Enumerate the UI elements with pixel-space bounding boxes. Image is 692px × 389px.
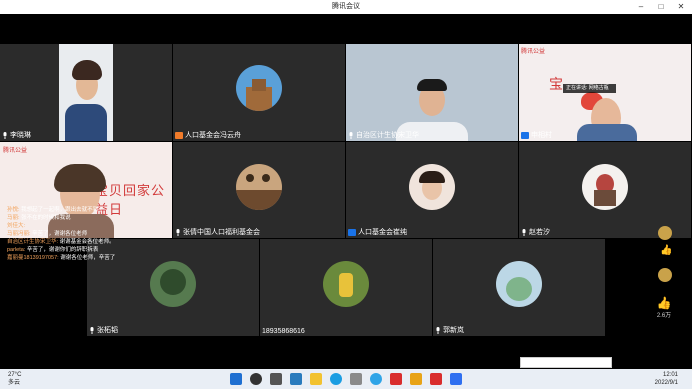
- video-feed: [346, 44, 518, 141]
- video-tile-7[interactable]: 人口基金会崔纯: [346, 142, 518, 238]
- window-title: 腾讯会议: [332, 3, 360, 10]
- search-icon[interactable]: [250, 373, 262, 385]
- chat-message: 自治区计生协宋卫华: 谢谢基金会各位老师。: [7, 239, 115, 245]
- participant-label: 郭新岚: [435, 325, 464, 335]
- mic-icon: [435, 326, 441, 334]
- video-tile-6[interactable]: 张倩中国人口福利基金会: [173, 142, 345, 238]
- video-tile-8[interactable]: 赵若汐: [519, 142, 691, 238]
- video-tile-1[interactable]: 李晓琳: [0, 44, 172, 141]
- participant-name: 赵若汐: [529, 229, 550, 236]
- participant-label: 18935868616: [262, 328, 305, 335]
- participant-name: 人口基金会崔纯: [358, 229, 407, 236]
- video-tile-2[interactable]: 人口基金会冯云舟: [173, 44, 345, 141]
- mic-icon: [89, 326, 95, 334]
- user-icon: [521, 131, 529, 139]
- temperature: 27°C: [8, 372, 22, 378]
- reaction-icon[interactable]: [658, 268, 672, 282]
- like-count: 2.6万: [656, 313, 672, 319]
- video-tile-11[interactable]: 郭新岚: [433, 239, 605, 336]
- participant-label: 李晓琳: [2, 130, 31, 140]
- reaction-icon[interactable]: [658, 226, 672, 240]
- chat-message: 孙悦: 我想起了一起啊，跟出去就不到了: [7, 207, 104, 213]
- avatar: [409, 164, 455, 210]
- maximize-icon[interactable]: □: [652, 0, 670, 14]
- avatar: [582, 164, 628, 210]
- participant-label: 人口基金会崔纯: [348, 227, 407, 237]
- time: 12:01: [662, 372, 678, 378]
- video-feed: [59, 44, 113, 141]
- task-view-icon[interactable]: [270, 373, 282, 385]
- avatar: [150, 261, 196, 307]
- like-button[interactable]: 👍 2.6万: [654, 296, 674, 319]
- mic-icon: [348, 131, 354, 139]
- participant-label: 人口基金会冯云舟: [175, 130, 241, 140]
- participant-name: 申相村: [531, 132, 552, 139]
- title-bar: 腾讯会议 – □ ✕: [0, 0, 692, 14]
- system-clock[interactable]: 12:01 2022/9/1: [655, 371, 678, 387]
- participant-name: 自治区计生协宋卫华: [356, 132, 419, 139]
- avatar: [323, 261, 369, 307]
- ime-toolbar[interactable]: [520, 357, 612, 368]
- speaking-indicator: 正在讲话: 网络古瓶: [563, 84, 616, 93]
- chat-overlay: 孙悦: 我想起了一起啊，跟出去就不到了 马丽: 张不在的时候和我说 刘佳大: 马…: [7, 207, 119, 263]
- edge-icon[interactable]: [330, 373, 342, 385]
- chat-message: 马丽: 张不在的时候和我说: [7, 215, 71, 221]
- participant-name: 李晓琳: [10, 132, 31, 139]
- user-icon: [175, 131, 183, 139]
- participant-name: 18935868616: [262, 328, 305, 335]
- avatar: [496, 261, 542, 307]
- participant-label: 张倩中国人口福利基金会: [175, 227, 260, 237]
- participant-label: 申相村: [521, 130, 552, 140]
- participant-name: 郭新岚: [443, 327, 464, 334]
- brand-logo: 腾讯公益: [3, 148, 28, 154]
- chat-message: 嘉丽曼18139197057: 谢谢各位老师，辛苦了: [7, 255, 116, 261]
- video-tile-10[interactable]: 18935868616: [260, 239, 432, 336]
- mic-icon: [175, 228, 181, 236]
- participant-label: 赵若汐: [521, 227, 550, 237]
- illustrator-icon[interactable]: [430, 373, 442, 385]
- app-icon[interactable]: [410, 373, 422, 385]
- chat-message: 刘佳大:: [7, 223, 26, 229]
- thumbs-up-icon: 👍: [656, 296, 672, 310]
- file-explorer-icon[interactable]: [310, 373, 322, 385]
- avatar: [236, 164, 282, 210]
- mic-icon: [2, 131, 8, 139]
- store-icon[interactable]: [350, 373, 362, 385]
- wps-icon[interactable]: [390, 373, 402, 385]
- participant-label: 自治区计生协宋卫华: [348, 130, 419, 140]
- video-tile-3[interactable]: 自治区计生协宋卫华: [346, 44, 518, 141]
- close-icon[interactable]: ✕: [672, 0, 690, 14]
- participant-label: 张柘韬: [89, 325, 118, 335]
- video-tile-4[interactable]: 腾讯公益 宝 正在讲话: 网络古瓶 申相村: [519, 44, 691, 141]
- avatar: [236, 65, 282, 111]
- mic-icon: [521, 228, 527, 236]
- date: 2022/9/1: [654, 380, 678, 386]
- participant-name: 张柘韬: [97, 327, 118, 334]
- widgets-icon[interactable]: [290, 373, 302, 385]
- user-icon: [348, 228, 356, 236]
- weather-text: 多云: [8, 380, 21, 386]
- participant-name: 张倩中国人口福利基金会: [183, 229, 260, 236]
- chat-message: 马丽冯丽: 辛苦了，谢谢各位老师: [7, 231, 88, 237]
- start-icon[interactable]: [230, 373, 242, 385]
- chat-message: parleta: 辛苦了，谢谢你们的辞职拆表: [7, 247, 99, 253]
- taskbar: 27°C 多云 12:01 2022/9/1: [0, 369, 692, 389]
- weather-widget[interactable]: 27°C 多云: [8, 371, 21, 387]
- thumbs-up-small-icon[interactable]: 👍: [660, 245, 672, 256]
- participant-name: 人口基金会冯云舟: [185, 132, 241, 139]
- tencent-meeting-icon[interactable]: [450, 373, 462, 385]
- banner-text: 宝: [549, 77, 563, 93]
- brand-logo: 腾讯公益: [521, 49, 546, 55]
- minimize-icon[interactable]: –: [632, 0, 650, 14]
- browser-icon[interactable]: [370, 373, 382, 385]
